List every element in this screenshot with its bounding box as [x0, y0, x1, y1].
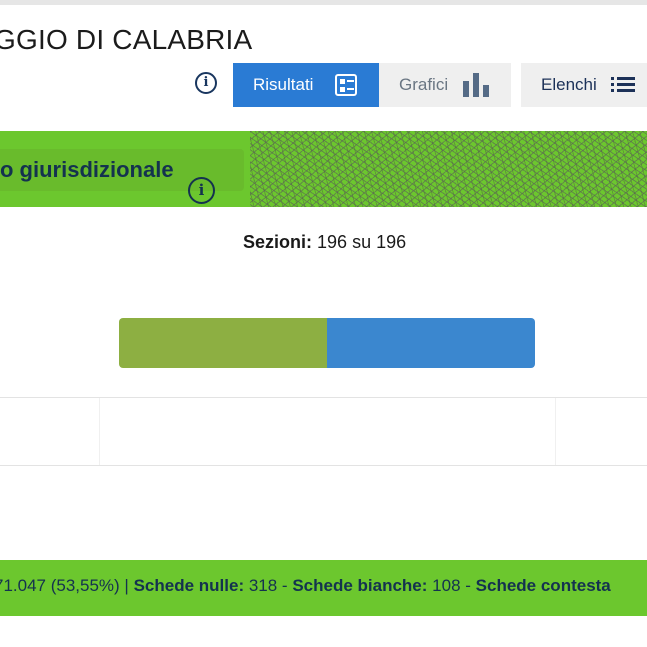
banner-label-box: o giurisdizionale i [0, 149, 244, 204]
tab-risultati-label: Risultati [253, 75, 314, 94]
list-icon [335, 74, 357, 96]
page-title: GGIO DI CALABRIA [0, 24, 253, 55]
column-separator [555, 398, 556, 465]
menu-lines-icon [611, 77, 635, 93]
section-banner: o giurisdizionale i [0, 131, 647, 207]
bianche-value: 108 - [432, 576, 471, 595]
sezioni-count: Sezioni: 196 su 196 [243, 232, 406, 253]
top-border [0, 0, 647, 5]
nulle-value: 318 - [248, 576, 288, 595]
divider [0, 465, 647, 466]
sezioni-value: 196 su 196 [317, 232, 407, 252]
tab-elenchi-label: Elenchi [541, 75, 597, 94]
tab-elenchi[interactable]: Elenchi [521, 63, 647, 107]
info-icon[interactable]: i [188, 177, 215, 204]
votanti-value: 71.047 (53,55%) | [0, 576, 129, 595]
info-icon[interactable]: i [195, 72, 217, 94]
nulle-label: Schede nulle: [133, 576, 245, 595]
bianche-label: Schede bianche: [292, 576, 428, 595]
tab-grafici[interactable]: Grafici [379, 63, 511, 107]
tab-risultati[interactable]: Risultati [233, 63, 379, 107]
progress-bar [119, 318, 535, 368]
banner-label: o giurisdizionale [0, 157, 174, 182]
sezioni-label: Sezioni: [243, 232, 313, 252]
summary-footer: 71.047 (53,55%) | Schede nulle: 318 - Sc… [0, 560, 647, 616]
progress-segment-1 [119, 318, 327, 368]
contestate-label: Schede contesta [475, 576, 611, 595]
tab-grafici-label: Grafici [399, 75, 449, 94]
column-separator [99, 398, 100, 465]
summary-line: 71.047 (53,55%) | Schede nulle: 318 - Sc… [0, 576, 611, 596]
divider [0, 397, 647, 398]
progress-segment-2 [327, 318, 535, 368]
bar-chart-icon [463, 73, 489, 97]
